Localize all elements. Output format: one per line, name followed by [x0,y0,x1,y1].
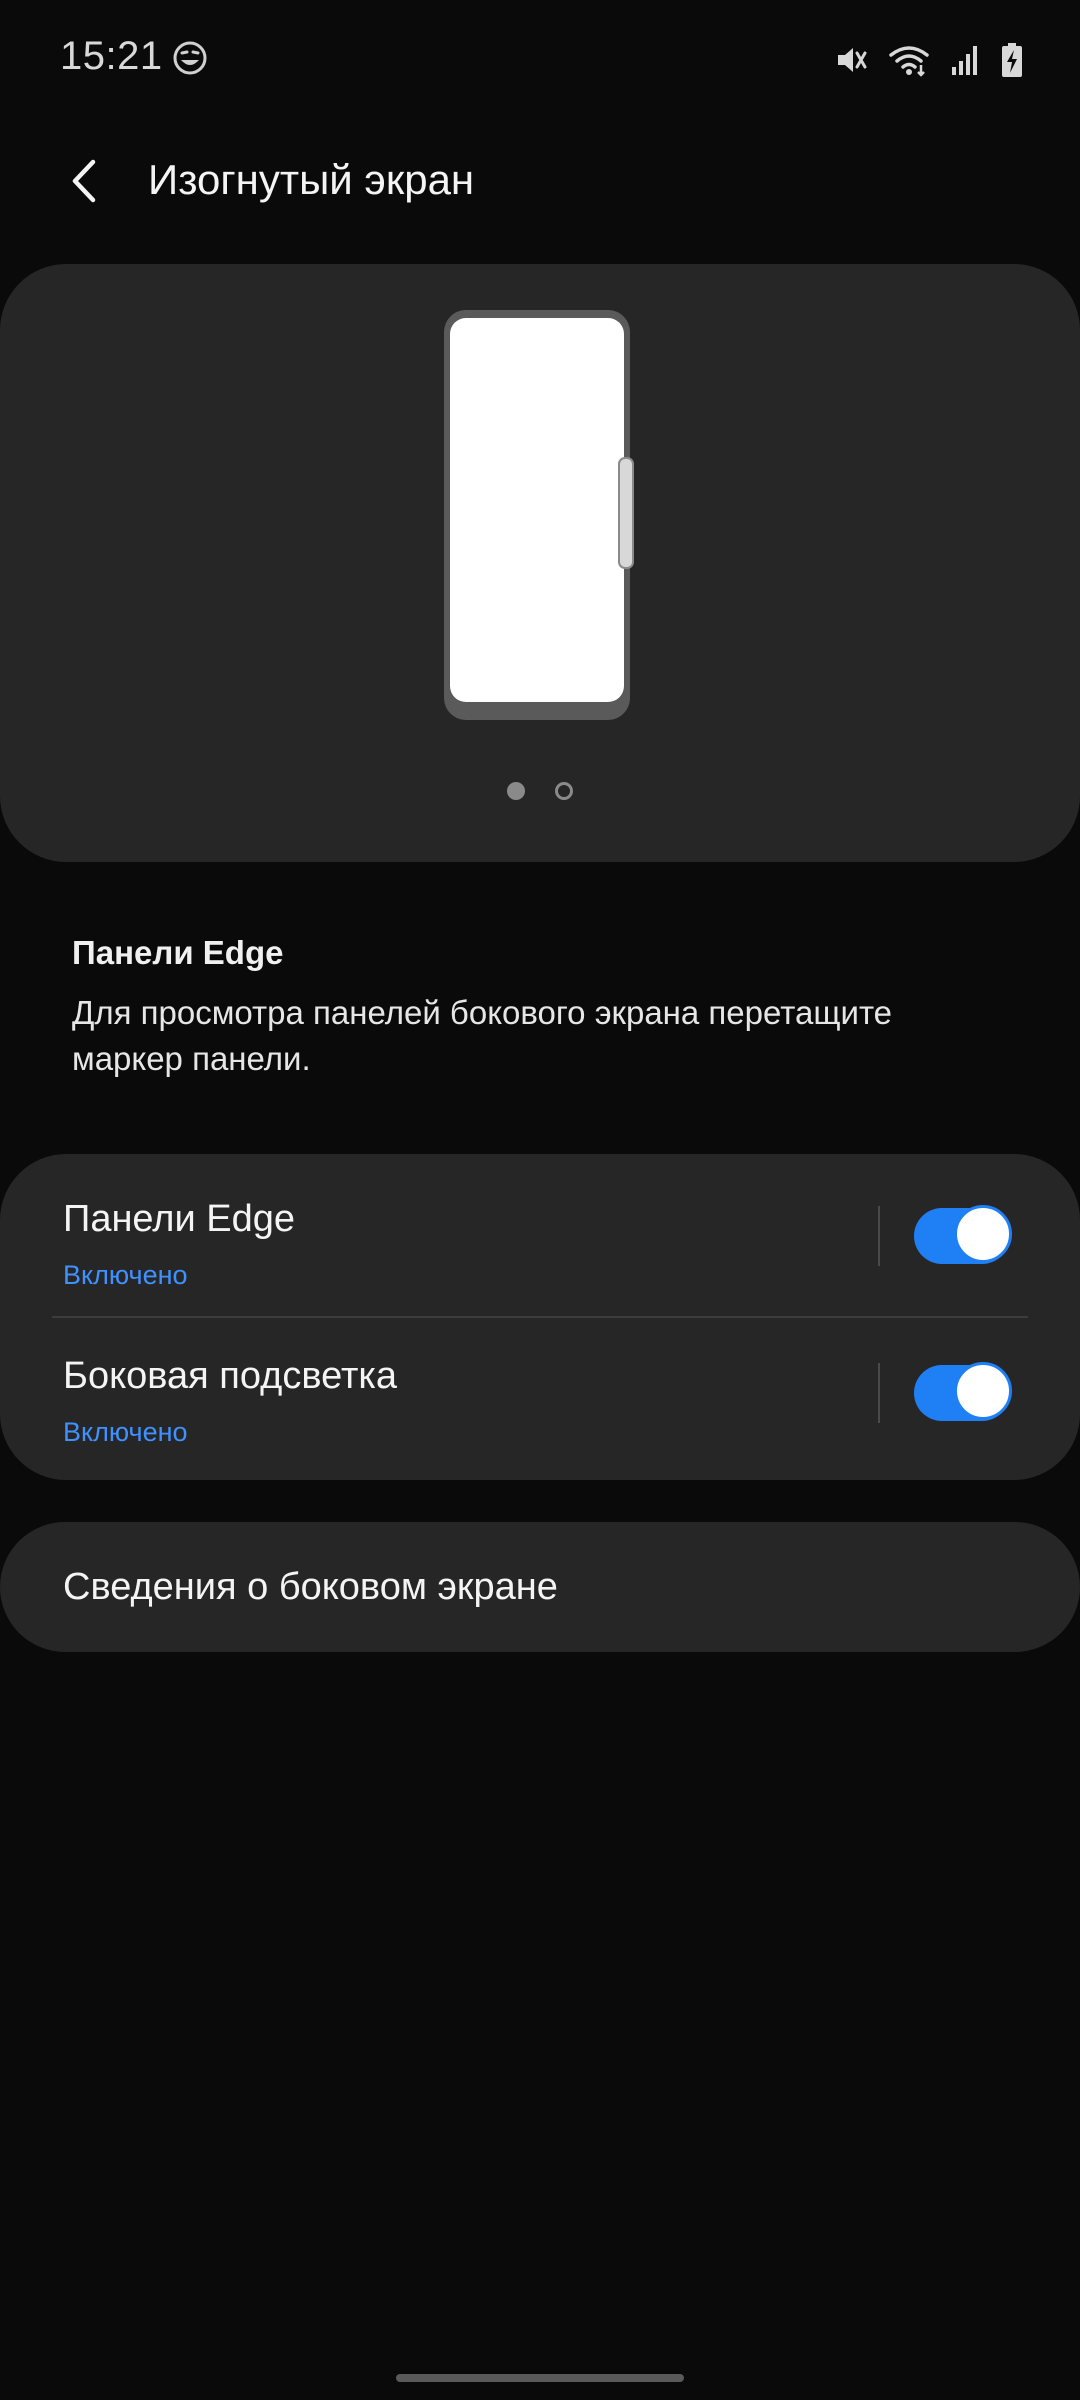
toggle-knob [954,1362,1012,1420]
page-dot-1[interactable] [507,782,525,800]
page-indicator [0,782,1080,800]
toggle-knob [954,1205,1012,1263]
preview-card[interactable] [0,264,1080,862]
setting-edge-lighting[interactable]: Боковая подсветка Включено [0,1317,1080,1480]
settings-card: Панели Edge Включено Боковая подсветка В… [0,1154,1080,1480]
divider [878,1206,880,1266]
status-icons [834,38,1024,82]
screen: 15:21 Изогнутый экран Панели Edge Для пр… [0,0,1080,2400]
page-dot-2[interactable] [555,782,573,800]
wifi-icon [888,43,930,77]
setting-edge-panels[interactable]: Панели Edge Включено [0,1154,1080,1317]
page-title: Изогнутый экран [148,156,475,203]
back-button[interactable] [50,136,120,226]
mute-icon [834,43,868,77]
info-label: Сведения о боковом экране [63,1566,558,1608]
divider [878,1363,880,1423]
edge-panels-toggle[interactable] [914,1205,1012,1264]
setting-status: Включено [63,1417,188,1447]
setting-label: Панели Edge [63,1198,296,1240]
status-time: 15:21 [60,34,163,78]
face-emoji-icon [172,40,208,76]
status-bar: 15:21 [0,0,1080,120]
back-arrow-icon [72,159,96,203]
gesture-handle[interactable] [396,2374,684,2382]
description-title: Панели Edge [72,934,284,971]
battery-charging-icon [1000,42,1024,78]
setting-status: Включено [63,1260,188,1290]
setting-label: Боковая подсветка [63,1355,397,1397]
phone-illustration [444,310,634,720]
signal-icon [950,43,980,77]
edge-lighting-toggle[interactable] [914,1362,1012,1421]
description-text: Для просмотра панелей бокового экрана пе… [72,994,893,1077]
edge-screen-info-item[interactable]: Сведения о боковом экране [0,1522,1080,1652]
